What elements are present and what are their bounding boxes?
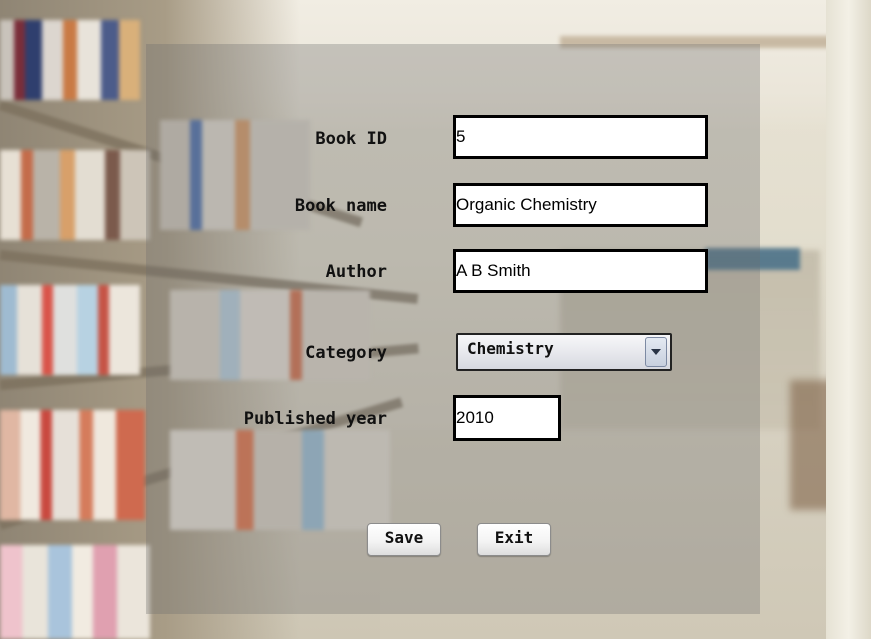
book-name-label: Book name bbox=[294, 196, 387, 216]
category-selected-value: Chemistry bbox=[467, 339, 554, 358]
book-id-label: Book ID bbox=[315, 129, 387, 149]
category-label: Category bbox=[305, 343, 387, 363]
chevron-down-icon[interactable] bbox=[645, 337, 667, 367]
background-books bbox=[0, 410, 145, 520]
save-button[interactable]: Save bbox=[367, 523, 441, 556]
book-name-field[interactable]: Organic Chemistry bbox=[453, 183, 708, 227]
author-field[interactable]: A B Smith bbox=[453, 249, 708, 293]
background-books bbox=[0, 545, 150, 639]
author-value: A B Smith bbox=[456, 261, 531, 280]
background-books bbox=[0, 285, 140, 375]
category-select[interactable]: Chemistry bbox=[456, 333, 672, 371]
background-books bbox=[0, 150, 150, 240]
background-books bbox=[0, 20, 140, 100]
book-name-value: Organic Chemistry bbox=[456, 195, 597, 214]
book-id-field[interactable]: 5 bbox=[453, 115, 708, 159]
published-year-value: 2010 bbox=[456, 408, 494, 427]
published-year-field[interactable]: 2010 bbox=[453, 395, 561, 441]
published-year-label: Published year bbox=[243, 409, 387, 429]
book-id-value: 5 bbox=[456, 127, 466, 146]
author-label: Author bbox=[325, 262, 387, 282]
exit-button[interactable]: Exit bbox=[477, 523, 551, 556]
background-pillar bbox=[826, 0, 871, 639]
